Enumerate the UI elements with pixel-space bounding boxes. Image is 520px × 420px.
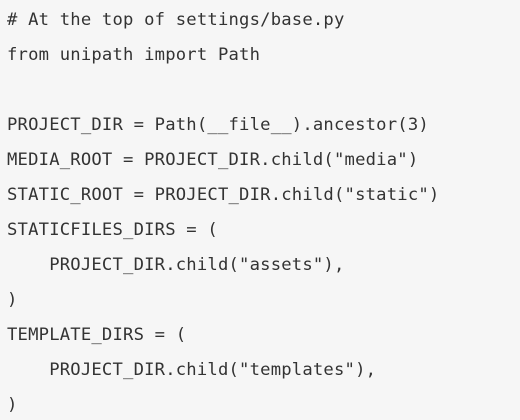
code-line-template-dirs: TEMPLATE_DIRS = ( xyxy=(7,325,187,345)
code-line-comment: # At the top of settings/base.py xyxy=(7,10,345,30)
code-block: # At the top of settings/base.py from un… xyxy=(0,0,520,420)
code-line-media-root: MEDIA_ROOT = PROJECT_DIR.child("media") xyxy=(7,150,419,170)
code-line-assets-child: PROJECT_DIR.child("assets"), xyxy=(7,255,345,275)
code-line-project-dir: PROJECT_DIR = Path(__file__).ancestor(3) xyxy=(7,115,429,135)
code-line-import: from unipath import Path xyxy=(7,45,261,65)
code-line-close-paren: ) xyxy=(7,290,18,310)
code-line-static-root: STATIC_ROOT = PROJECT_DIR.child("static"… xyxy=(7,185,440,205)
code-line-staticfiles-dirs: STATICFILES_DIRS = ( xyxy=(7,220,218,240)
code-line-templates-child: PROJECT_DIR.child("templates"), xyxy=(7,360,377,380)
code-line-close-paren: ) xyxy=(7,395,18,415)
